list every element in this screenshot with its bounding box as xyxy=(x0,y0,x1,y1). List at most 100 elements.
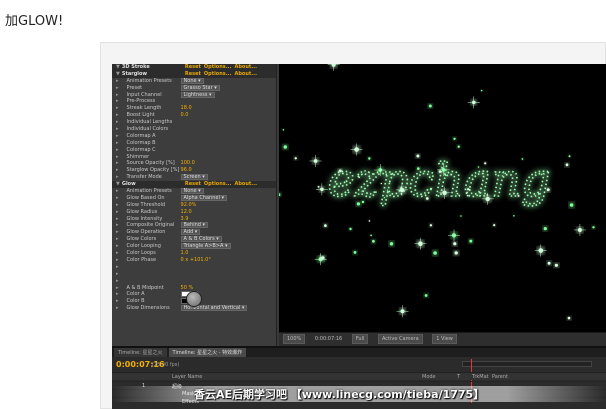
disclosure-triangle-icon[interactable]: ▸ xyxy=(116,78,119,84)
disclosure-triangle-icon[interactable]: ▸ xyxy=(116,119,119,125)
disclosure-triangle-icon[interactable]: ▸ xyxy=(116,216,119,222)
effect-row: ▸ Shimmer xyxy=(112,154,276,161)
effect-dropdown[interactable]: Lightness ▾ xyxy=(180,91,215,98)
effect-dropdown[interactable]: Add ▾ xyxy=(180,229,201,236)
effect-reset-link[interactable]: Reset xyxy=(185,71,201,77)
disclosure-triangle-icon[interactable]: ▸ xyxy=(116,285,119,291)
caption: 加GLOW! xyxy=(5,14,64,29)
disclosure-triangle-icon[interactable]: ▸ xyxy=(116,195,119,201)
star-streak xyxy=(414,237,427,250)
star-particle xyxy=(358,176,360,179)
disclosure-triangle-icon[interactable]: ▼ xyxy=(116,181,120,187)
star-particle xyxy=(321,256,325,260)
effect-row-label: Boost Light xyxy=(126,112,155,119)
effect-value[interactable]: 92.0% xyxy=(181,202,197,208)
disclosure-triangle-icon[interactable]: ▸ xyxy=(116,160,119,166)
star-particle xyxy=(294,157,297,160)
disclosure-triangle-icon[interactable]: ▸ xyxy=(116,92,119,98)
layer-row[interactable]: Effects xyxy=(112,397,606,405)
effect-row-label: Transfer Mode xyxy=(126,174,162,181)
disclosure-triangle-icon[interactable]: ▼ xyxy=(116,64,120,70)
layer-row[interactable]: Masks xyxy=(112,389,606,397)
disclosure-triangle-icon[interactable]: ▸ xyxy=(116,98,119,104)
disclosure-triangle-icon[interactable]: ▸ xyxy=(116,250,119,256)
effect-value[interactable]: 1.0 xyxy=(181,250,189,256)
resolution-select[interactable]: Full xyxy=(351,334,369,344)
effect-row: ▼ 3D Stroke Reset Options... About... xyxy=(112,64,276,71)
star-particle xyxy=(424,294,428,297)
effect-row: ▸ Pre-Process xyxy=(112,98,276,105)
star-streak xyxy=(309,154,322,167)
disclosure-triangle-icon[interactable]: ▸ xyxy=(116,188,119,194)
effect-about-link[interactable]: About... xyxy=(234,64,257,70)
effect-dropdown[interactable]: Triangle A>B>A ▾ xyxy=(180,243,231,250)
effect-dropdown[interactable]: Screen ▾ xyxy=(180,174,208,181)
effect-value[interactable]: 3.9 xyxy=(181,216,189,222)
timeline-tab[interactable]: Timeline: 星星之火 xyxy=(114,348,167,357)
disclosure-triangle-icon[interactable]: ▸ xyxy=(116,291,119,297)
disclosure-triangle-icon[interactable]: ▸ xyxy=(116,167,119,173)
star-particle xyxy=(457,145,460,148)
disclosure-triangle-icon[interactable]: ▸ xyxy=(116,105,119,111)
disclosure-triangle-icon[interactable]: ▸ xyxy=(116,85,119,91)
effect-row: ▸ Glow Threshold 92.0% xyxy=(112,202,276,209)
disclosure-triangle-icon[interactable]: ▸ xyxy=(116,147,119,153)
disclosure-triangle-icon[interactable]: ▸ xyxy=(116,257,119,263)
star-particle xyxy=(568,155,571,158)
effect-options-link[interactable]: Options... xyxy=(204,181,232,187)
disclosure-triangle-icon[interactable]: ▸ xyxy=(116,133,119,139)
disclosure-triangle-icon[interactable]: ▸ xyxy=(116,202,119,208)
time-ruler[interactable] xyxy=(462,359,592,403)
view-layout-select[interactable]: 1 View xyxy=(432,334,457,344)
disclosure-triangle-icon[interactable]: ▸ xyxy=(116,229,119,235)
disclosure-triangle-icon[interactable]: ▸ xyxy=(116,298,119,304)
effect-options-link[interactable]: Options... xyxy=(204,64,232,70)
color-phase-dial[interactable] xyxy=(186,291,202,307)
effect-dropdown[interactable]: Grasso Star ▾ xyxy=(180,84,220,91)
disclosure-triangle-icon[interactable]: ▸ xyxy=(116,112,119,118)
disclosure-triangle-icon[interactable]: ▸ xyxy=(116,126,119,132)
composition-viewer: ezpchang xyxy=(279,64,606,332)
layer-row[interactable]: 1 超级 xyxy=(112,381,606,390)
effect-value[interactable]: 100.0 xyxy=(181,160,195,166)
effect-row: ▸ Colormap A xyxy=(112,133,276,140)
effect-row: ▸ Input Channel Lightness ▾ xyxy=(112,91,276,99)
effect-row: ▸ Glow Colors A & B Colors ▾ xyxy=(112,236,276,243)
timeline-panel: Timeline: 星星之火 Timeline: 星星之火 - 特效爆炸 0:00… xyxy=(112,346,606,409)
effect-dropdown[interactable]: None ▾ xyxy=(180,188,204,195)
effect-dropdown[interactable]: A & B Colors ▾ xyxy=(180,236,222,243)
effect-about-link[interactable]: About... xyxy=(234,71,257,77)
effect-row: ▸ Colormap B xyxy=(112,140,276,147)
disclosure-triangle-icon[interactable]: ▸ xyxy=(116,236,119,242)
disclosure-triangle-icon[interactable]: ▸ xyxy=(116,154,119,160)
effect-value[interactable]: 50 % xyxy=(181,285,194,291)
effect-dropdown[interactable]: Behind ▾ xyxy=(180,222,209,229)
effect-row-label: Glow Operation xyxy=(126,229,166,236)
effect-value[interactable]: 18.0 xyxy=(181,105,192,111)
effect-value[interactable]: 0.0 xyxy=(181,112,189,118)
disclosure-triangle-icon[interactable]: ▸ xyxy=(116,222,119,228)
effect-value[interactable]: 0 x +101.0° xyxy=(181,257,211,263)
disclosure-triangle-icon[interactable]: ▸ xyxy=(116,271,119,277)
viewer-timecode[interactable]: 0:00:07:16 xyxy=(315,336,342,342)
effect-reset-link[interactable]: Reset xyxy=(185,64,201,70)
disclosure-triangle-icon[interactable]: ▸ xyxy=(116,278,119,284)
effect-value[interactable]: 96.0 xyxy=(181,167,192,173)
disclosure-triangle-icon[interactable]: ▸ xyxy=(116,305,119,311)
disclosure-triangle-icon[interactable]: ▼ xyxy=(116,71,120,77)
effect-options-link[interactable]: Options... xyxy=(204,71,232,77)
effect-row: ▸ Streak Length 18.0 xyxy=(112,105,276,112)
disclosure-triangle-icon[interactable]: ▸ xyxy=(116,264,119,270)
zoom-select[interactable]: 100% xyxy=(283,334,306,344)
camera-select[interactable]: Active Camera xyxy=(377,334,423,344)
timeline-tab[interactable]: Timeline: 星星之火 - 特效爆炸 xyxy=(168,348,247,357)
disclosure-triangle-icon[interactable]: ▸ xyxy=(116,174,119,180)
effect-dropdown[interactable]: Alpha Channel ▾ xyxy=(180,194,227,201)
disclosure-triangle-icon[interactable]: ▸ xyxy=(116,140,119,146)
effect-value[interactable]: 12.0 xyxy=(181,209,192,215)
disclosure-triangle-icon[interactable]: ▸ xyxy=(116,243,119,249)
effect-reset-link[interactable]: Reset xyxy=(185,181,201,187)
disclosure-triangle-icon[interactable]: ▸ xyxy=(116,209,119,215)
effect-dropdown[interactable]: None ▾ xyxy=(180,77,204,84)
effect-about-link[interactable]: About... xyxy=(234,181,257,187)
